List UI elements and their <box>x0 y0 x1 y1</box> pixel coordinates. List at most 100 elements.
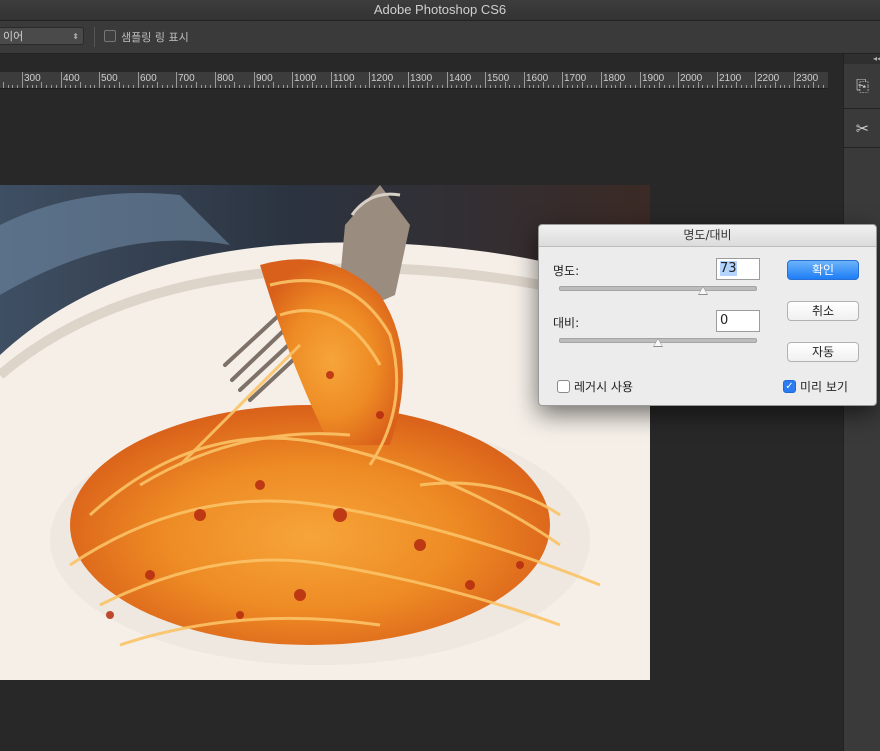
ruler-minor-tick <box>726 85 727 88</box>
ruler-minor-tick <box>398 85 399 88</box>
ruler-minor-tick <box>654 85 655 88</box>
ruler-label: 1100 <box>333 73 355 84</box>
ruler-label: 800 <box>217 73 234 84</box>
ruler-major-tick <box>138 72 139 88</box>
ruler-minor-tick <box>162 85 163 88</box>
ruler-minor-tick <box>374 85 375 88</box>
ruler-minor-tick <box>157 82 158 88</box>
ruler-minor-tick <box>109 85 110 88</box>
ruler-minor-tick <box>220 85 221 88</box>
ruler-minor-tick <box>239 85 240 88</box>
ruler-minor-tick <box>722 85 723 88</box>
brightness-input[interactable]: 73 <box>716 258 760 280</box>
tools-icon[interactable]: ✂ <box>847 115 878 143</box>
ruler-minor-tick <box>12 85 13 88</box>
use-legacy-checkbox[interactable] <box>557 380 570 393</box>
app-title: Adobe Photoshop CS6 <box>373 2 507 17</box>
ruler-minor-tick <box>707 85 708 88</box>
ruler-label: 700 <box>178 73 195 84</box>
ruler-minor-tick <box>191 85 192 88</box>
ruler-major-tick <box>369 72 370 88</box>
preview-checkbox[interactable]: ✓ <box>783 380 796 393</box>
ruler-minor-tick <box>316 85 317 88</box>
ruler-minor-tick <box>3 82 4 88</box>
ruler-minor-tick <box>297 85 298 88</box>
ruler-minor-tick <box>553 85 554 88</box>
ruler-major-tick <box>331 72 332 88</box>
ruler-minor-tick <box>114 85 115 88</box>
ruler-minor-tick <box>90 85 91 88</box>
ok-button[interactable]: 확인 <box>787 260 859 280</box>
ruler-minor-tick <box>41 82 42 88</box>
ruler-minor-tick <box>804 85 805 88</box>
ruler-label: 2300 <box>796 73 819 84</box>
ruler-minor-tick <box>649 85 650 88</box>
cancel-button[interactable]: 취소 <box>787 301 859 321</box>
ruler-minor-tick <box>94 85 95 88</box>
ruler-minor-tick <box>533 85 534 88</box>
ruler-minor-tick <box>379 85 380 88</box>
ruler-minor-tick <box>509 85 510 88</box>
ruler-minor-tick <box>51 85 52 88</box>
ruler-major-tick <box>176 72 177 88</box>
horizontal-ruler: 300 400 500 600 700 800 900 1000 1100 1200 1300 140… <box>0 72 828 89</box>
select-arrows-icon: ⬍ <box>72 32 79 41</box>
collapse-panels-icon[interactable]: ◂◂ <box>844 54 880 64</box>
ruler-label: 1500 <box>487 73 510 84</box>
panel-divider <box>844 147 880 148</box>
ruler-minor-tick <box>167 85 168 88</box>
contrast-slider-thumb[interactable] <box>653 338 663 347</box>
ruler-minor-tick <box>360 85 361 88</box>
ruler-minor-tick <box>36 85 37 88</box>
preview-label: 미리 보기 <box>800 380 848 394</box>
ruler-label: 300 <box>24 73 41 84</box>
ruler-minor-tick <box>471 85 472 88</box>
show-sampling-ring-checkbox[interactable] <box>104 30 116 42</box>
ruler-minor-tick <box>326 85 327 88</box>
ruler-minor-tick <box>321 85 322 88</box>
ruler-minor-tick <box>384 85 385 88</box>
ruler-minor-tick <box>422 85 423 88</box>
ruler-minor-tick <box>577 85 578 88</box>
ruler-minor-tick <box>196 82 197 88</box>
ruler-minor-tick <box>27 85 28 88</box>
ruler-minor-tick <box>823 85 824 88</box>
ruler-minor-tick <box>403 85 404 88</box>
ruler-major-tick <box>22 72 23 88</box>
ruler-minor-tick <box>205 85 206 88</box>
window-titlebar: Adobe Photoshop CS6 <box>0 0 880 21</box>
ruler-minor-tick <box>413 85 414 88</box>
ruler-major-tick <box>678 72 679 88</box>
ruler-minor-tick <box>799 85 800 88</box>
ruler-minor-tick <box>780 85 781 88</box>
ruler-minor-tick <box>46 85 47 88</box>
ruler-minor-tick <box>85 85 86 88</box>
ruler-minor-tick <box>65 85 66 88</box>
ruler-minor-tick <box>336 85 337 88</box>
ruler-minor-tick <box>490 85 491 88</box>
ruler-label: 1900 <box>642 73 665 84</box>
ruler-label: 400 <box>63 73 80 84</box>
ruler-label: 900 <box>256 73 273 84</box>
ruler-minor-tick <box>456 85 457 88</box>
ruler-minor-tick <box>283 85 284 88</box>
ruler-major-tick <box>601 72 602 88</box>
clone-stamp-icon[interactable]: ⎘ <box>847 72 878 100</box>
ruler-minor-tick <box>538 85 539 88</box>
contrast-slider[interactable] <box>559 338 757 347</box>
ruler-minor-tick <box>741 85 742 88</box>
ruler-minor-tick <box>8 85 9 88</box>
brightness-slider[interactable] <box>559 286 757 295</box>
auto-button[interactable]: 자동 <box>787 342 859 362</box>
ruler-major-tick <box>562 72 563 88</box>
brightness-slider-thumb[interactable] <box>698 286 709 295</box>
ruler-minor-tick <box>635 85 636 88</box>
sample-layer-select-value: 이어 <box>3 30 24 43</box>
ruler-minor-tick <box>572 85 573 88</box>
ruler-minor-tick <box>784 85 785 88</box>
ruler-minor-tick <box>147 85 148 88</box>
ruler-major-tick <box>215 72 216 88</box>
sample-layer-select[interactable]: 이어 ⬍ <box>0 27 84 45</box>
contrast-input[interactable]: 0 <box>716 310 760 332</box>
ruler-major-tick <box>755 72 756 88</box>
